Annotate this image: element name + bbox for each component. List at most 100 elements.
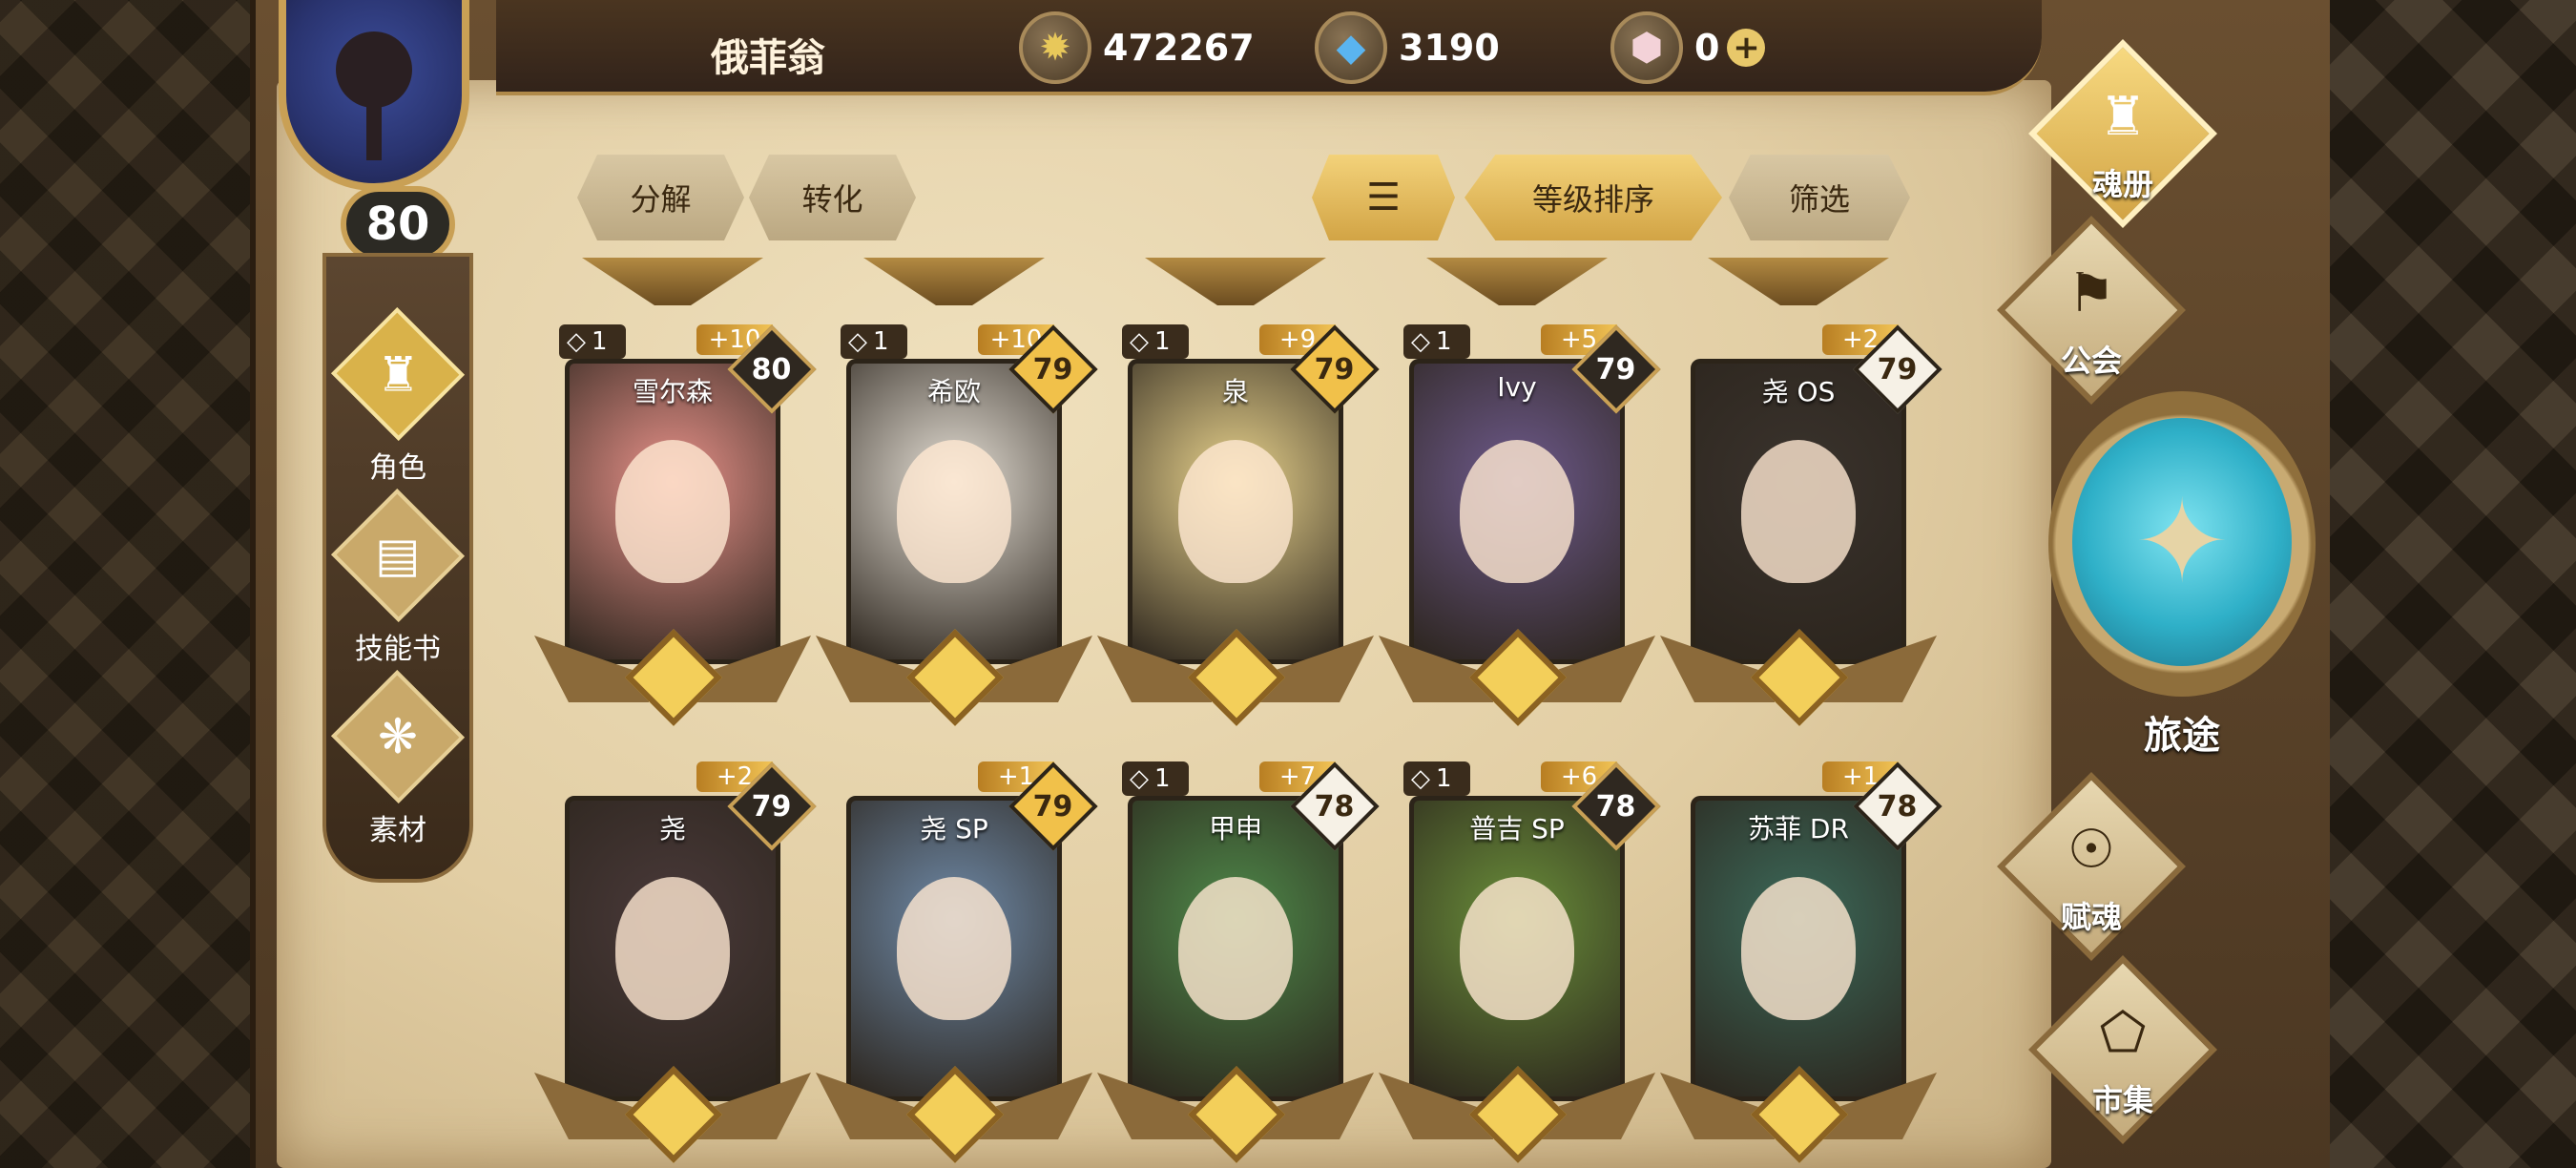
avatar[interactable]: [279, 0, 469, 191]
blue-crystal-icon: ◆: [1315, 11, 1387, 84]
star-count-value: 1: [592, 327, 608, 356]
character-level: 79: [1596, 352, 1636, 386]
wing-left: [1379, 636, 1493, 702]
journey-icon: ✦: [2072, 418, 2292, 666]
rank-gem-icon: [1751, 629, 1848, 726]
nav-journey[interactable]: ✦ 旅途: [2044, 372, 2320, 763]
nav-item-material[interactable]: ❋ 素材: [326, 669, 469, 848]
nav-item-character[interactable]: ♜ 角色: [326, 306, 469, 486]
nav-label: 角色: [369, 451, 426, 485]
character-card[interactable]: 苏菲 DR +1 78: [1660, 761, 1942, 1163]
star-count: ◇ 1: [559, 324, 626, 359]
character-face: [1178, 440, 1293, 583]
character-card[interactable]: 尧 +2 79: [534, 761, 817, 1163]
character-portrait: 苏菲 DR: [1691, 796, 1906, 1101]
character-face: [1741, 877, 1856, 1020]
avatar-head: [336, 31, 412, 108]
left-background: [0, 0, 258, 1168]
rank-gem-icon: [1188, 1066, 1285, 1163]
character-level: 79: [1033, 789, 1073, 824]
character-card[interactable]: Ivy ◇ 1 +5 79: [1379, 324, 1661, 726]
character-portrait: 普吉 SP: [1409, 796, 1625, 1101]
star-count: ◇ 1: [1122, 761, 1189, 796]
star-count-value: 1: [1436, 327, 1452, 356]
character-portrait: 甲申: [1128, 796, 1343, 1101]
character-card[interactable]: 泉 ◇ 1 +9 79: [1097, 324, 1380, 726]
sort-order-button[interactable]: ☰: [1312, 155, 1455, 240]
character-portrait: 希欧: [846, 359, 1062, 664]
rank-gem-icon: [1188, 629, 1285, 726]
character-portrait: Ivy: [1409, 359, 1625, 664]
character-card[interactable]: 普吉 SP ◇ 1 +6 78: [1379, 761, 1661, 1163]
character-face: [615, 440, 730, 583]
wing-left: [534, 636, 649, 702]
left-nav: ♜ 角色 ▤ 技能书 ❋ 素材: [322, 253, 473, 883]
nav-soul-infuse[interactable]: ☉ 赋魂: [1996, 771, 2187, 962]
character-face: [1741, 440, 1856, 583]
wing-left: [1097, 1073, 1212, 1139]
nav-soul-book[interactable]: ♜ 魂册: [2027, 38, 2218, 229]
rank-gem-icon: [1751, 1066, 1848, 1163]
player-avatar-frame[interactable]: 80: [250, 0, 546, 262]
character-level: 79: [1033, 352, 1073, 386]
soul-book-label: 魂册: [2091, 166, 2153, 202]
wing-left: [1660, 636, 1775, 702]
avatar-neck: [366, 103, 382, 160]
skill-book-icon: ▤: [330, 488, 466, 623]
star-count: ◇ 1: [1403, 761, 1470, 796]
nav-item-skill-book[interactable]: ▤ 技能书: [326, 488, 469, 667]
decompose-button[interactable]: 分解: [577, 155, 744, 240]
rank-gem-icon: [625, 1066, 722, 1163]
nav-market[interactable]: ⬠ 市集: [2027, 954, 2218, 1145]
nav-label: 素材: [369, 814, 426, 847]
soul-infuse-label: 赋魂: [2060, 899, 2122, 935]
sort-icon: ☰: [1366, 176, 1401, 219]
character-card[interactable]: 希欧 ◇ 1 +10 79: [816, 324, 1098, 726]
material-icon: ❋: [330, 669, 466, 804]
add-gem-button[interactable]: +: [1727, 29, 1766, 67]
nav-label: 技能书: [355, 633, 441, 666]
player-name: 俄菲翁: [711, 36, 825, 80]
rank-wings: [1379, 629, 1655, 726]
filter-button[interactable]: 筛选: [1729, 155, 1910, 240]
character-card[interactable]: 甲申 ◇ 1 +7 78: [1097, 761, 1380, 1163]
rank-wings: [1379, 1066, 1655, 1163]
character-level: 79: [1315, 352, 1355, 386]
market-icon: ⬠: [2099, 1002, 2147, 1064]
star-count: ◇ 1: [841, 324, 907, 359]
journey-label: 旅途: [2144, 714, 2220, 758]
character-portrait: 尧: [565, 796, 780, 1101]
wing-left: [534, 1073, 649, 1139]
rank-wings: [534, 1066, 811, 1163]
character-portrait: 尧 OS: [1691, 359, 1906, 664]
currency-gold-value: 472267: [1103, 27, 1255, 69]
rank-wings: [816, 1066, 1092, 1163]
rank-wings: [1097, 629, 1374, 726]
currency-gold: ✹ 472267: [1019, 10, 1255, 86]
character-card[interactable]: 尧 OS +2 79: [1660, 324, 1942, 726]
gold-coin-icon: ✹: [1019, 11, 1091, 84]
character-level: 78: [1878, 789, 1918, 824]
star-count: ◇ 1: [1403, 324, 1470, 359]
character-card[interactable]: 尧 SP +1 79: [816, 761, 1098, 1163]
character-portrait: 雪尔森: [565, 359, 780, 664]
character-portrait: 泉: [1128, 359, 1343, 664]
rank-wings: [1097, 1066, 1374, 1163]
currency-crystal: ◆ 3190: [1315, 10, 1500, 86]
soul-infuse-icon: ☉: [2067, 819, 2116, 881]
character-face: [1460, 440, 1574, 583]
wing-left: [1379, 1073, 1493, 1139]
character-portrait: 尧 SP: [846, 796, 1062, 1101]
market-label: 市集: [2091, 1082, 2153, 1118]
character-face: [897, 877, 1011, 1020]
rank-gem-icon: [1469, 629, 1567, 726]
currency-gem-value: 0: [1694, 27, 1720, 69]
wing-left: [816, 1073, 930, 1139]
character-face: [897, 440, 1011, 583]
convert-button[interactable]: 转化: [749, 155, 916, 240]
character-card[interactable]: 雪尔森 ◇ 1 +10 80: [534, 324, 817, 726]
rank-gem-icon: [906, 1066, 1004, 1163]
rank-wings: [1660, 1066, 1937, 1163]
sort-by-level-button[interactable]: 等级排序: [1465, 155, 1722, 240]
player-level-badge: 80: [341, 186, 455, 262]
